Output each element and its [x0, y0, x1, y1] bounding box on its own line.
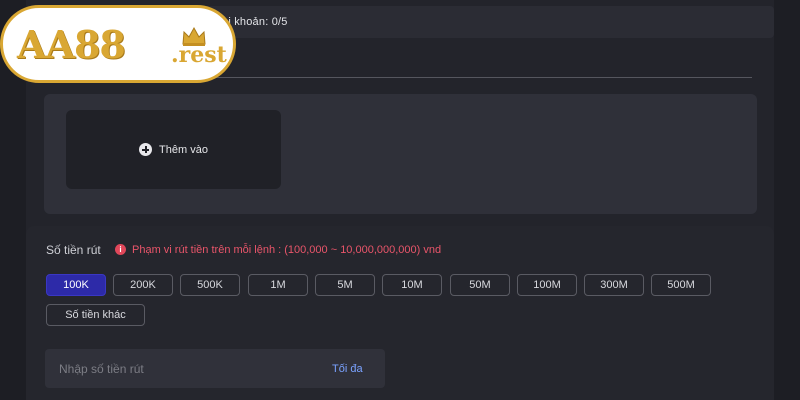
amount-input[interactable] — [59, 360, 299, 378]
limit-text: Phạm vi rút tiền trên mỗi lệnh : (100,00… — [132, 244, 442, 256]
plus-circle-icon — [139, 143, 153, 156]
amount-chip-10m[interactable]: 10M — [382, 274, 442, 296]
info-icon: i — [115, 244, 126, 255]
logo-suffix-text: .rest — [171, 42, 227, 68]
amount-chip-100m[interactable]: 100M — [517, 274, 577, 296]
amount-chip-50m[interactable]: 50M — [450, 274, 510, 296]
amount-chip-300m[interactable]: 300M — [584, 274, 644, 296]
amount-chip-1m[interactable]: 1M — [248, 274, 308, 296]
add-bank-account-button[interactable]: Thêm vào — [66, 110, 281, 189]
amount-label: Số tiền rút — [46, 243, 101, 257]
amount-chip-500k[interactable]: 500K — [180, 274, 240, 296]
add-label: Thêm vào — [159, 143, 208, 156]
amount-chip-5m[interactable]: 5M — [315, 274, 375, 296]
logo: AA88 .rest — [0, 5, 236, 83]
other-amount-chip[interactable]: Số tiền khác — [46, 304, 145, 326]
amount-chip-500m[interactable]: 500M — [651, 274, 711, 296]
max-amount-button[interactable]: Tối đa — [332, 363, 363, 375]
amount-chip-200k[interactable]: 200K — [113, 274, 173, 296]
amount-chip-100k[interactable]: 100K — [46, 274, 106, 296]
logo-main-text: AA88 — [17, 22, 126, 67]
